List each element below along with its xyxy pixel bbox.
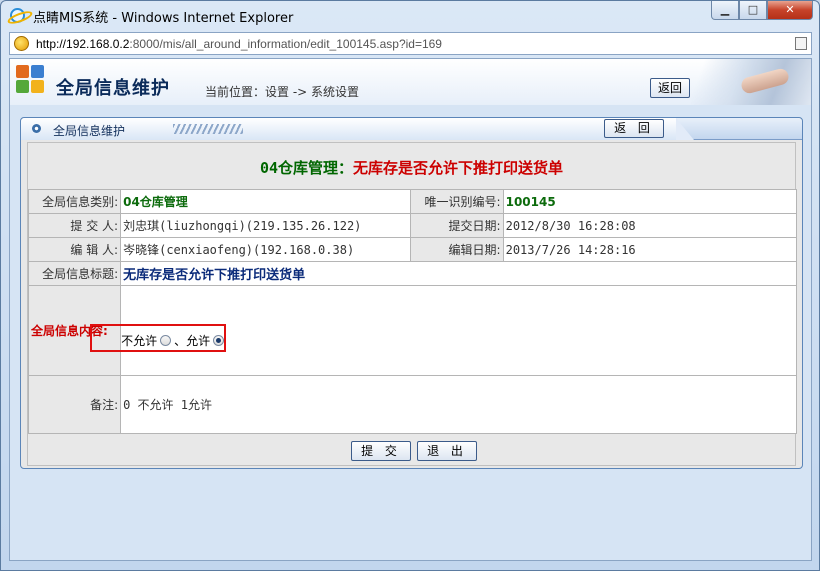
page-icon[interactable] <box>795 37 807 50</box>
maximize-button[interactable]: □ <box>739 1 767 20</box>
exit-button[interactable]: 退 出 <box>417 441 477 461</box>
highlight-annotation <box>90 324 226 352</box>
table-row: 提 交 人: 刘忠琪(liuzhongqi)(219.135.26.122) 提… <box>27 213 798 238</box>
table-row: 编 辑 人: 岑晓锋(cenxiaofeng)(192.168.0.38) 编辑… <box>27 237 798 262</box>
ie-logo-icon <box>10 8 25 23</box>
tab-decoration <box>173 124 243 134</box>
browser-window: 点睛MIS系统 - Windows Internet Explorer ▁ □ … <box>0 0 820 571</box>
table-row: 备注: 0 不允许 1允许 <box>27 375 797 434</box>
submit-button[interactable]: 提 交 <box>351 441 411 461</box>
address-bar[interactable]: http://192.168.0.2:8000/mis/all_around_i… <box>9 32 812 55</box>
page-favicon-icon <box>14 36 29 51</box>
submitter-label: 提 交 人: <box>27 213 122 238</box>
remark-value: 0 不允许 1允许 <box>120 375 797 434</box>
panel-tab-title: 全局信息维护 <box>53 124 126 138</box>
minimize-button[interactable]: ▁ <box>711 1 739 20</box>
info-panel: 全局信息维护 返 回 04仓库管理：无库存是否允许下推打印送货单 全局信息类别:… <box>20 117 803 469</box>
category-label: 全局信息类别: <box>27 189 122 214</box>
edit-date-value: 2013/7/26 14:28:16 <box>502 237 798 262</box>
remark-label: 备注: <box>27 375 122 434</box>
url-path: :8000/mis/all_around_information/edit_10… <box>129 37 442 51</box>
heading-text: 无库存是否允许下推打印送货单 <box>353 159 564 177</box>
table-row: 全局信息标题: 无库存是否允许下推打印送货单 <box>27 261 797 286</box>
app-logo-icon <box>16 65 46 95</box>
handshake-banner-icon <box>691 59 811 105</box>
info-title-value: 无库存是否允许下推打印送货单 <box>120 261 797 286</box>
title-bar: 点睛MIS系统 - Windows Internet Explorer ▁ □ … <box>1 1 819 29</box>
table-row: 全局信息类别: 04仓库管理 唯一识别编号: 100145 <box>27 189 798 214</box>
category-value: 04仓库管理 <box>120 189 412 214</box>
editor-value: 岑晓锋(cenxiaofeng)(192.168.0.38) <box>120 237 412 262</box>
panel-tab-strip: 全局信息维护 返 回 <box>21 118 802 140</box>
uid-label: 唯一识别编号: <box>410 189 504 214</box>
button-row: 提 交 退 出 <box>28 439 795 463</box>
record-heading: 04仓库管理：无库存是否允许下推打印送货单 <box>28 157 795 178</box>
page-title: 全局信息维护 <box>56 78 170 99</box>
panel-body: 04仓库管理：无库存是否允许下推打印送货单 全局信息类别: 04仓库管理 唯一识… <box>27 142 798 466</box>
edit-date-label: 编辑日期: <box>410 237 504 262</box>
info-table: 全局信息类别: 04仓库管理 唯一识别编号: 100145 提 交 人: 刘忠琪… <box>27 189 798 434</box>
window-title: 点睛MIS系统 - Windows Internet Explorer <box>33 11 294 26</box>
uid-value: 100145 <box>502 189 798 214</box>
submit-date-label: 提交日期: <box>410 213 504 238</box>
submitter-value: 刘忠琪(liuzhongqi)(219.135.26.122) <box>120 213 412 238</box>
tab-bullet-icon <box>32 124 41 133</box>
panel-back-button[interactable]: 返 回 <box>604 119 664 138</box>
heading-category: 04仓库管理： <box>259 159 354 177</box>
page-content: 全局信息维护 当前位置：设置 -> 系统设置 返回 全局信息维护 返 回 04仓… <box>9 58 812 561</box>
close-button[interactable]: ✕ <box>767 1 813 20</box>
url-host: http://192.168.0.2 <box>36 37 130 51</box>
editor-label: 编 辑 人: <box>27 237 122 262</box>
submit-date-value: 2012/8/30 16:28:08 <box>502 213 798 238</box>
panel-tab: 全局信息维护 返 回 <box>21 118 694 140</box>
page-header: 全局信息维护 当前位置：设置 -> 系统设置 返回 <box>10 59 811 105</box>
window-controls: ▁ □ ✕ <box>711 1 813 21</box>
header-back-button[interactable]: 返回 <box>650 78 690 98</box>
breadcrumb: 当前位置：设置 -> 系统设置 <box>205 85 360 99</box>
address-url[interactable]: http://192.168.0.2:8000/mis/all_around_i… <box>36 37 442 51</box>
info-title-label: 全局信息标题: <box>27 261 122 286</box>
